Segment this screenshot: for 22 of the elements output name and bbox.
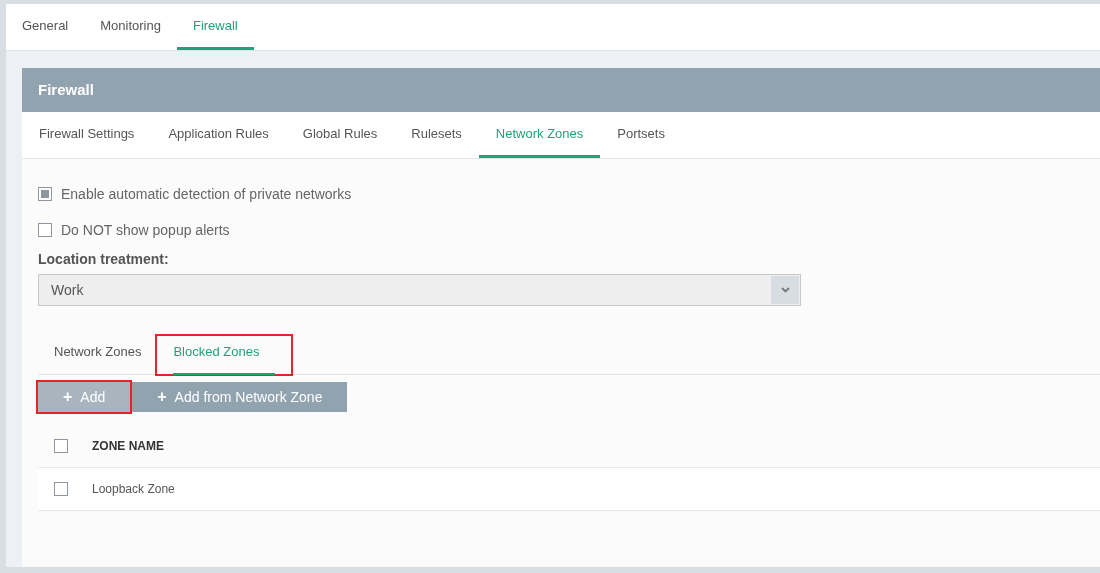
checkbox[interactable] [54,482,68,496]
field-label: Location treatment: [38,250,170,269]
panel-title: Firewall [22,68,1100,112]
tab[interactable]: Application Rules [151,112,286,158]
tab[interactable]: Monitoring [84,4,177,50]
tab[interactable]: General [6,4,85,50]
tab[interactable]: Rulesets [394,112,479,158]
checkbox-label: Do NOT show popup alerts [61,220,230,240]
checkbox-label: Enable automatic detection of private networks [61,184,352,204]
tab[interactable]: Global Rules [285,112,395,158]
table-cell-text: Loopback Zone [92,481,175,498]
plus-icon: + [157,385,167,409]
column-header: ZONE NAME [92,437,164,455]
checkbox[interactable] [38,223,52,237]
chevron-down-icon [780,287,790,293]
checkbox[interactable] [54,438,68,453]
tab[interactable]: Firewall Settings [22,112,152,158]
tab[interactable]: Network Zones [38,336,158,374]
checkbox[interactable] [38,187,52,201]
plus-icon: + [63,385,73,409]
tab[interactable]: Portsets [600,112,682,158]
location-dropdown[interactable]: Work [38,274,801,306]
